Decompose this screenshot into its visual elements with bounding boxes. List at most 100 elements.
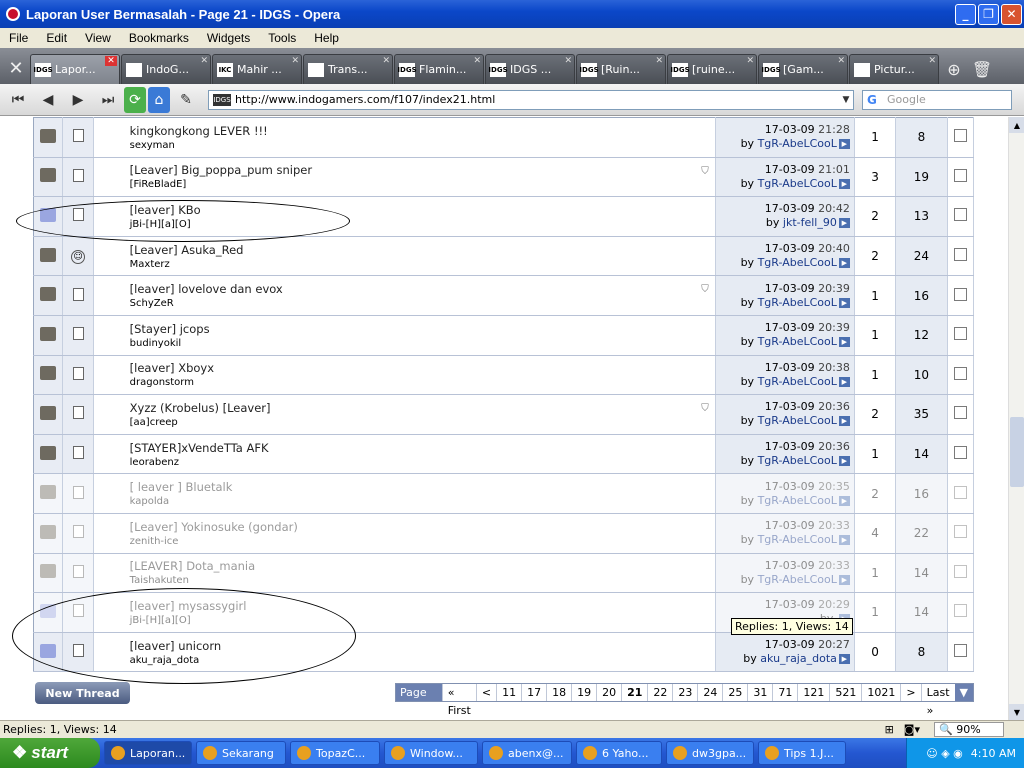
page-link-1021[interactable]: 1021	[861, 684, 901, 701]
replies-count[interactable]: 2	[854, 196, 897, 237]
thread-starter[interactable]: leorabenz	[130, 457, 715, 468]
page-next[interactable]: >	[900, 684, 921, 701]
go-to-last-post-icon[interactable]: ▶	[838, 178, 850, 189]
fast-forward-icon[interactable]: ⏭	[94, 87, 122, 113]
replies-count[interactable]: 4	[854, 513, 897, 554]
new-thread-button[interactable]: New Thread	[35, 682, 130, 704]
taskbar-item-4[interactable]: abenx@...	[482, 741, 572, 765]
page-link-25[interactable]: 25	[722, 684, 748, 701]
select-checkbox[interactable]	[953, 564, 967, 578]
replies-count[interactable]: 2	[854, 394, 897, 435]
tab-close-icon[interactable]: ✕	[564, 56, 572, 66]
page-link-521[interactable]: 521	[829, 684, 862, 701]
select-checkbox[interactable]	[953, 168, 967, 182]
menu-view[interactable]: View	[76, 31, 120, 45]
go-to-last-post-icon[interactable]: ▶	[838, 574, 850, 585]
page-link-121[interactable]: 121	[797, 684, 830, 701]
new-tab-icon[interactable]: ⊕	[940, 54, 968, 84]
taskbar-item-2[interactable]: TopazC...	[290, 741, 380, 765]
taskbar-item-1[interactable]: Sekarang	[196, 741, 286, 765]
menu-help[interactable]: Help	[305, 31, 348, 45]
last-poster-link[interactable]: TgR-AbeLCooL	[758, 137, 837, 150]
tab-close-icon[interactable]: ✕	[382, 56, 390, 66]
go-to-last-post-icon[interactable]: ▶	[838, 218, 850, 229]
go-to-last-post-icon[interactable]: ▶	[838, 337, 850, 348]
tab-2[interactable]: IKC Mahir ... ✕	[212, 54, 302, 84]
tab-close-icon[interactable]: ✕	[200, 56, 208, 66]
thread-starter[interactable]: [aa]creep	[130, 417, 715, 428]
select-checkbox[interactable]	[953, 604, 967, 618]
select-checkbox[interactable]	[953, 208, 967, 222]
close-button[interactable]: ✕	[1001, 3, 1022, 25]
tab-6[interactable]: IDGS [Ruin... ✕	[576, 54, 666, 84]
page-prev[interactable]: <	[475, 684, 497, 701]
page-link-21[interactable]: 21	[621, 684, 648, 701]
thread-title-link[interactable]: Xyzz (Krobelus) [Leaver]	[130, 401, 715, 415]
restore-button[interactable]: ❐	[978, 3, 999, 25]
replies-count[interactable]: 2	[854, 473, 897, 514]
page-first[interactable]: « First	[441, 684, 476, 717]
thread-title-link[interactable]: [leaver] mysassygirl	[130, 599, 715, 613]
page-link-23[interactable]: 23	[672, 684, 698, 701]
go-to-last-post-icon[interactable]: ▶	[838, 376, 850, 387]
go-to-last-post-icon[interactable]: ▶	[838, 258, 850, 269]
tab-1[interactable]: IndoG... ✕	[121, 54, 211, 84]
thread-starter[interactable]: jBi-[H][a][O]	[130, 615, 715, 626]
select-checkbox[interactable]	[953, 366, 967, 380]
tab-0[interactable]: IDGS Lapor... ✕	[30, 54, 120, 84]
last-poster-link[interactable]: TgR-AbeLCooL	[758, 573, 837, 586]
scroll-thumb[interactable]	[1010, 417, 1024, 487]
menu-bookmarks[interactable]: Bookmarks	[120, 31, 198, 45]
tools-icon[interactable]: ✕	[2, 52, 30, 84]
thread-title-link[interactable]: [STAYER]xVendeTTa AFK	[130, 441, 715, 455]
last-poster-link[interactable]: TgR-AbeLCooL	[758, 177, 837, 190]
replies-count[interactable]: 1	[854, 275, 897, 316]
chevron-down-icon[interactable]: ▼	[839, 95, 853, 105]
menu-tools[interactable]: Tools	[259, 31, 305, 45]
tab-close-icon[interactable]: ✕	[291, 56, 299, 66]
tab-5[interactable]: IDGS IDGS ... ✕	[485, 54, 575, 84]
tray-icons[interactable]: ☺ ◈ ◉	[926, 747, 963, 760]
last-poster-link[interactable]: TgR-AbeLCooL	[758, 335, 837, 348]
zoom-field[interactable]: 🔍 90%	[934, 722, 1004, 737]
go-to-last-post-icon[interactable]: ▶	[838, 139, 850, 150]
select-checkbox[interactable]	[953, 287, 967, 301]
tab-close-icon[interactable]: ✕	[837, 56, 845, 66]
tab-close-icon[interactable]: ✕	[105, 56, 117, 66]
search-field[interactable]: G Google	[862, 89, 1012, 110]
thread-starter[interactable]: jBi-[H][a][O]	[130, 219, 715, 230]
last-poster-link[interactable]: jkt-fell_90	[783, 216, 837, 229]
page-link-17[interactable]: 17	[521, 684, 547, 701]
last-poster-link[interactable]: TgR-AbeLCooL	[758, 256, 837, 269]
replies-count[interactable]: 1	[854, 315, 897, 356]
go-to-last-post-icon[interactable]: ▶	[838, 297, 850, 308]
taskbar-item-5[interactable]: 6 Yaho...	[576, 741, 662, 765]
last-poster-link[interactable]: TgR-AbeLCooL	[758, 296, 837, 309]
thread-starter[interactable]: zenith-ice	[130, 536, 715, 547]
page-link-18[interactable]: 18	[546, 684, 572, 701]
select-checkbox[interactable]	[953, 406, 967, 420]
forward-icon[interactable]: ▶	[64, 87, 92, 113]
tab-9[interactable]: Pictur... ✕	[849, 54, 939, 84]
replies-count[interactable]: 1	[854, 592, 897, 633]
thread-starter[interactable]: sexyman	[130, 140, 715, 151]
camera-icon[interactable]: ◙▾	[904, 723, 920, 736]
page-link-11[interactable]: 11	[496, 684, 522, 701]
last-poster-link[interactable]: TgR-AbeLCooL	[758, 454, 837, 467]
page-link-71[interactable]: 71	[772, 684, 798, 701]
thread-title-link[interactable]: [Leaver] Yokinosuke (gondar)	[130, 520, 715, 534]
tab-3[interactable]: Trans... ✕	[303, 54, 393, 84]
thread-starter[interactable]: [FiReBladE]	[130, 179, 715, 190]
thread-title-link[interactable]: [leaver] KBo	[130, 203, 715, 217]
select-checkbox[interactable]	[953, 129, 967, 143]
thread-starter[interactable]: kapolda	[130, 496, 715, 507]
address-bar[interactable]: IDGS http://www.indogamers.com/f107/inde…	[208, 89, 854, 110]
menu-edit[interactable]: Edit	[37, 31, 76, 45]
replies-count[interactable]: 2	[854, 236, 897, 277]
page-link-24[interactable]: 24	[697, 684, 723, 701]
last-poster-link[interactable]: TgR-AbeLCooL	[758, 494, 837, 507]
page-link-31[interactable]: 31	[747, 684, 773, 701]
select-checkbox[interactable]	[953, 327, 967, 341]
address-url[interactable]: http://www.indogamers.com/f107/index21.h…	[235, 93, 839, 106]
scroll-down-icon[interactable]: ▼	[1009, 704, 1024, 720]
